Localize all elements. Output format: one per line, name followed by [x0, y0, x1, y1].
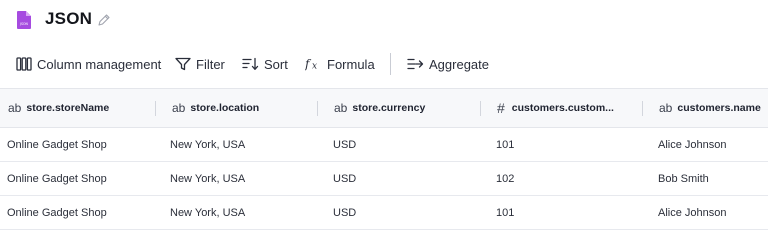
column-header-store-currency[interactable]: ab store.currency — [334, 89, 478, 127]
table-cell[interactable]: Alice Johnson — [658, 128, 727, 162]
table-row[interactable]: Online Gadget Shop New York, USA USD 101… — [0, 196, 768, 230]
formula-label: Formula — [327, 56, 375, 72]
file-json-icon: JSON — [17, 11, 31, 29]
table-cell[interactable]: 101 — [496, 128, 514, 162]
sort-label: Sort — [264, 56, 288, 72]
toolbar-divider — [390, 53, 391, 75]
formula-button[interactable]: f x Formula — [305, 50, 375, 78]
column-header-label: customers.custom... — [511, 102, 614, 114]
table-cell[interactable]: New York, USA — [170, 128, 245, 162]
page-title: JSON — [45, 9, 93, 28]
columns-icon — [16, 57, 32, 71]
table-cell[interactable]: 102 — [496, 162, 514, 196]
column-header-label: store.location — [190, 102, 260, 114]
title-bar: JSON JSON — [0, 0, 768, 40]
column-divider[interactable] — [155, 101, 156, 116]
column-header-label: customers.name — [677, 102, 761, 114]
column-divider[interactable] — [642, 101, 643, 116]
aggregate-icon — [407, 58, 424, 70]
table-cell[interactable]: USD — [333, 196, 356, 230]
table-cell[interactable]: Alice Johnson — [658, 196, 727, 230]
table-cell[interactable]: USD — [333, 162, 356, 196]
text-type-icon: ab — [8, 101, 22, 115]
column-header-label: store.storeName — [26, 102, 110, 114]
sort-icon — [242, 57, 259, 70]
text-type-icon: ab — [172, 101, 186, 115]
column-management-button[interactable]: Column management — [16, 50, 161, 78]
toolbar: Column management Filter Sort f x Formul… — [0, 50, 768, 78]
svg-text:x: x — [312, 62, 317, 72]
formula-icon: f x — [305, 57, 317, 72]
column-header-store-location[interactable]: ab store.location — [172, 89, 316, 127]
filter-button[interactable]: Filter — [175, 50, 225, 78]
table-cell[interactable]: Online Gadget Shop — [7, 128, 107, 162]
table-row[interactable]: Online Gadget Shop New York, USA USD 101… — [0, 128, 768, 162]
table-cell[interactable]: USD — [333, 128, 356, 162]
svg-text:JSON: JSON — [19, 22, 28, 26]
column-divider[interactable] — [317, 101, 318, 116]
table-cell[interactable]: New York, USA — [170, 196, 245, 230]
column-header-store-storename[interactable]: ab store.storeName — [8, 89, 152, 127]
column-header-customers-id[interactable]: # customers.custom... — [497, 89, 640, 127]
text-type-icon: ab — [659, 101, 673, 115]
table-cell[interactable]: Online Gadget Shop — [7, 196, 107, 230]
table-cell[interactable]: Bob Smith — [658, 162, 709, 196]
aggregate-label: Aggregate — [429, 56, 489, 72]
table-header: ab store.storeName ab store.location ab … — [0, 88, 768, 128]
table-row[interactable]: Online Gadget Shop New York, USA USD 102… — [0, 162, 768, 196]
table-cell[interactable]: 101 — [496, 196, 514, 230]
column-header-customers-name[interactable]: ab customers.name — [659, 89, 767, 127]
table-cell[interactable]: New York, USA — [170, 162, 245, 196]
svg-text:f: f — [305, 57, 312, 71]
sort-button[interactable]: Sort — [242, 50, 288, 78]
pencil-icon[interactable] — [97, 13, 111, 27]
table-cell[interactable]: Online Gadget Shop — [7, 162, 107, 196]
filter-label: Filter — [196, 56, 225, 72]
column-divider[interactable] — [480, 101, 481, 116]
text-type-icon: ab — [334, 101, 348, 115]
filter-icon — [175, 57, 191, 71]
column-management-label: Column management — [37, 56, 162, 72]
number-type-icon: # — [497, 100, 505, 116]
column-header-label: store.currency — [352, 102, 426, 114]
aggregate-button[interactable]: Aggregate — [407, 50, 489, 78]
